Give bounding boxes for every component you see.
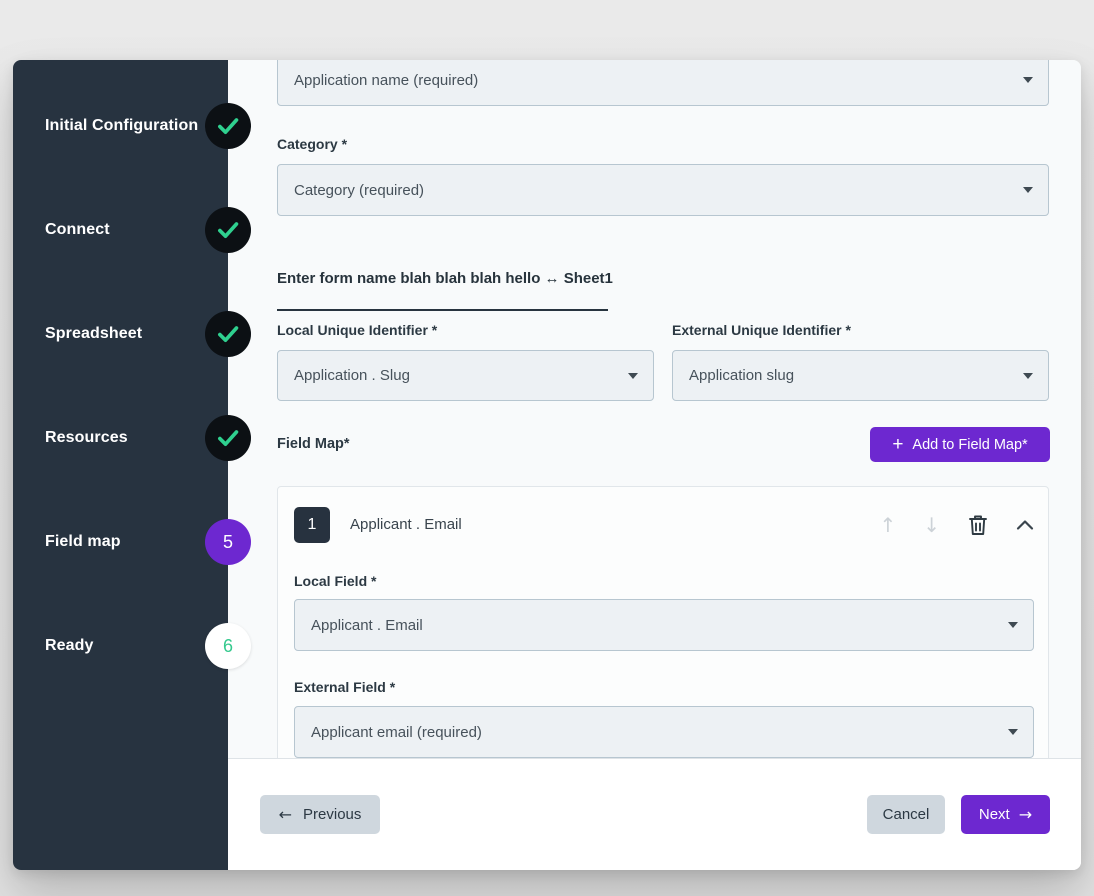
external-field-value: Applicant email (required) [311,723,482,741]
form-name-input[interactable]: Enter form name blah blah blah hello ↔ S… [277,270,613,287]
step-spreadsheet[interactable]: Spreadsheet [45,311,251,357]
collapse-field-map-item-button[interactable] [1016,519,1034,531]
add-to-field-map-label: Add to Field Map* [912,436,1028,453]
step-label: Initial Configuration [45,117,199,134]
dropdown-caret-icon [1023,77,1033,83]
dropdown-caret-icon [1008,729,1018,735]
step-done-circle [205,207,251,253]
step-done-circle [205,103,251,149]
field-map-index-badge: 1 [294,507,330,543]
add-to-field-map-button[interactable]: + Add to Field Map* [870,427,1050,462]
step-done-circle [205,311,251,357]
previous-button[interactable]: ← Previous [260,795,380,834]
chevron-up-icon [1016,520,1034,530]
next-button[interactable]: Next → [961,795,1050,834]
field-map-item-actions: ↑ ↓ [879,509,1034,541]
stepper-sidebar: Initial Configuration Connect Spreadshee… [13,60,251,870]
previous-button-label: Previous [303,806,362,823]
application-name-select[interactable]: Application name (required) [277,60,1049,106]
check-icon [218,118,239,135]
external-field-select[interactable]: Applicant email (required) [294,706,1034,758]
wizard-content: Application name (required) Category * C… [228,60,1081,870]
local-unique-identifier-label: Local Unique Identifier * [277,322,438,338]
dropdown-caret-icon [1023,372,1033,379]
check-icon [218,326,239,343]
footer-right-actions: Cancel Next → [867,795,1050,834]
right-arrow-icon: → [1018,805,1033,824]
page-background: Initial Configuration Connect Spreadshee… [0,0,1094,896]
step-ready[interactable]: Ready 6 [45,623,251,669]
step-label: Connect [45,221,110,238]
category-label: Category * [277,136,348,152]
category-select[interactable]: Category (required) [277,164,1049,216]
wizard-modal: Initial Configuration Connect Spreadshee… [13,60,1081,870]
plus-icon: + [892,434,904,455]
application-name-value: Application name (required) [294,71,479,89]
step-label: Ready [45,637,94,654]
step-label: Spreadsheet [45,325,143,342]
field-map-item-card: 1 Applicant . Email ↑ ↓ Local Field * Ap… [277,486,1049,758]
step-connect[interactable]: Connect [45,207,251,253]
move-down-icon[interactable]: ↓ [923,513,940,537]
external-unique-identifier-value: Application slug [689,367,795,384]
step-initial-configuration[interactable]: Initial Configuration [45,103,251,149]
check-icon [218,222,239,239]
form-scroll-area: Application name (required) Category * C… [228,60,1081,758]
local-field-value: Applicant . Email [311,616,423,634]
check-icon [218,430,239,447]
field-map-label: Field Map* [277,436,350,452]
external-unique-identifier-select[interactable]: Application slug [672,350,1049,401]
external-unique-identifier-label: External Unique Identifier * [672,322,851,338]
step-label: Field map [45,533,121,550]
step-upcoming-circle: 6 [205,623,251,669]
step-resources[interactable]: Resources [45,415,251,461]
cancel-button-label: Cancel [882,806,930,823]
delete-field-map-item-button[interactable] [967,513,989,537]
local-unique-identifier-value: Application . Slug [294,367,410,384]
field-map-item-title: Applicant . Email [350,516,462,533]
category-value: Category (required) [294,181,425,199]
left-arrow-icon: ← [278,805,293,824]
next-button-label: Next [978,806,1010,823]
step-label: Resources [45,429,128,446]
dropdown-caret-icon [1008,622,1018,628]
dropdown-caret-icon [628,372,638,379]
form-name-underline [277,309,608,311]
step-field-map[interactable]: Field map 5 [45,519,251,565]
local-field-label: Local Field * [294,573,377,589]
dropdown-caret-icon [1023,187,1033,193]
move-up-icon[interactable]: ↑ [879,513,896,537]
cancel-button[interactable]: Cancel [867,795,945,834]
trash-icon [969,515,987,535]
external-field-label: External Field * [294,679,396,695]
wizard-footer: ← Previous Cancel Next → [228,758,1081,870]
local-unique-identifier-select[interactable]: Application . Slug [277,350,654,401]
step-done-circle [205,415,251,461]
local-field-select[interactable]: Applicant . Email [294,599,1034,651]
step-current-circle: 5 [205,519,251,565]
